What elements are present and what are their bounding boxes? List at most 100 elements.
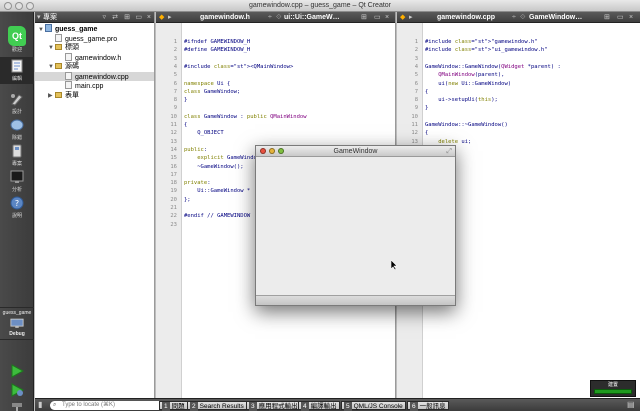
qt-logo-icon: Qt (8, 26, 26, 46)
tree-item[interactable]: ▶ 表單 (35, 91, 154, 101)
code-line: Ui::GameWindow * (184, 188, 251, 195)
code-line: class GameWindow; (184, 88, 241, 95)
locator-input[interactable]: ⌕ Type to locate (⌘K) (50, 401, 170, 410)
link-icon[interactable]: ⇄ (112, 12, 118, 23)
nav-forward-icon[interactable]: ▸ (409, 12, 413, 23)
debug-run-button[interactable] (10, 383, 25, 399)
tree-item[interactable]: ▼ 標頭 (35, 43, 154, 53)
code-line: }; (184, 196, 191, 203)
line-number: 16 (170, 163, 177, 170)
build-button[interactable] (10, 402, 24, 411)
game-window-title: GameWindow (333, 148, 378, 155)
output-toggle-icon[interactable]: ▤ (627, 400, 635, 409)
mode-label: 專案 (11, 161, 22, 167)
tree-item-label: main.cpp (75, 83, 104, 90)
window-controls (4, 2, 34, 10)
pro-file-icon (55, 33, 62, 42)
tree-item-label: guess_game.pro (65, 35, 118, 43)
line-number: 12 (411, 130, 418, 137)
cpp-file-icon (65, 81, 72, 89)
code-line: #include class="st"><QMainWindow> (184, 63, 294, 70)
line-number: 22 (170, 213, 177, 220)
tree-item-label: gamewindow.h (75, 54, 122, 62)
tree-item-label: 標頭 (65, 44, 79, 51)
collapsed-arrow-icon[interactable]: ▶ (48, 92, 55, 102)
split-icon[interactable]: ⊞ (124, 12, 130, 23)
tree-item[interactable]: gamewindow.cpp (35, 71, 154, 81)
editor-left-tabbar: ◆ ▸ gamewindow.h ÷ ⟐ ui::Ui::GameW… ⊞ ▭ … (156, 12, 395, 23)
tree-item[interactable]: ▼ 源碼 (35, 62, 154, 72)
mouse-cursor-icon (390, 259, 398, 272)
code-line: ui(new Ui::GameWindow) (425, 80, 512, 87)
mode-projects[interactable]: 專案 (0, 144, 34, 167)
game-window-titlebar[interactable]: GameWindow ⤢ (256, 146, 455, 157)
pane-number: 4 (301, 402, 309, 411)
split-icon[interactable]: ▭ (617, 12, 624, 23)
code-line: class GameWindow : public QMainWindow (184, 113, 307, 120)
tree-item[interactable]: ▼ guess_game (35, 24, 154, 34)
code-area[interactable]: #include class="st">"gamewindow.h" #inclu… (425, 23, 640, 398)
line-number: 8 (414, 97, 418, 104)
minimize-window-button[interactable] (269, 148, 275, 154)
build-progress[interactable]: 建置 (590, 380, 636, 397)
output-tab-issues[interactable]: 1 問題 (159, 401, 188, 411)
editor-left-file[interactable]: gamewindow.h (200, 12, 250, 23)
mode-design[interactable]: 設計 (0, 92, 34, 115)
split-icon[interactable]: ⊞ (361, 12, 367, 23)
editor-left-symbol[interactable]: ui::Ui::GameW… (284, 12, 340, 23)
output-tab-qml-console[interactable]: 5 QML/JS Console (341, 401, 406, 411)
line-number: 5 (414, 72, 418, 79)
game-window[interactable]: GameWindow ⤢ (255, 145, 456, 306)
output-tab-general-messages[interactable]: 6 一般訊息 (407, 401, 449, 411)
editor-right-symbol[interactable]: GameWindow… (529, 12, 582, 23)
tree-item[interactable]: main.cpp (35, 81, 154, 91)
close-icon[interactable]: × (385, 12, 389, 23)
file-dropdown-icon[interactable]: ÷ (512, 12, 516, 23)
split-icon[interactable]: ▭ (374, 12, 381, 23)
pane-label: 問題 (171, 403, 185, 410)
split-icon[interactable]: ▭ (135, 12, 142, 23)
run-button[interactable] (10, 364, 25, 380)
fullscreen-icon[interactable]: ⤢ (446, 146, 452, 157)
mode-welcome[interactable]: Qt 歡迎 (0, 26, 34, 53)
sidebar-toggle-icon[interactable]: ▮ (38, 400, 42, 409)
line-number: 6 (414, 80, 418, 87)
kit-selector[interactable]: guess_game Debug (0, 307, 34, 340)
close-window-button[interactable] (260, 148, 266, 154)
file-dropdown-icon[interactable]: ÷ (268, 12, 272, 23)
mode-help[interactable]: ? 說明 (0, 196, 34, 219)
nav-back-icon[interactable]: ◆ (159, 12, 164, 23)
close-icon[interactable]: × (147, 12, 151, 23)
line-number: 13 (411, 138, 418, 145)
zoom-window-button[interactable] (26, 2, 34, 10)
tree-item[interactable]: guess_game.pro (35, 33, 154, 44)
build-progress-label: 建置 (607, 382, 618, 388)
code-line: #include class="st">"gamewindow.h" (425, 39, 538, 45)
editor-right-file[interactable]: gamewindow.cpp (437, 12, 495, 23)
code-line: } (425, 105, 429, 112)
output-tab-search-results[interactable]: 2 Search Results (187, 401, 247, 411)
mode-analyze[interactable]: 分析 (0, 170, 34, 193)
code-line: private: (184, 180, 211, 187)
mode-debug[interactable]: 除錯 (0, 118, 34, 141)
code-line: public: (184, 146, 208, 153)
zoom-window-button[interactable] (278, 148, 284, 154)
pane-label: Search Results (199, 403, 244, 410)
close-window-button[interactable] (4, 2, 12, 10)
debug-run-icon (11, 383, 25, 397)
split-icon[interactable]: ⊞ (604, 12, 610, 23)
code-line: QMainWindow(parent), (438, 72, 505, 79)
edit-icon (11, 59, 23, 73)
filter-icon[interactable]: ▾ (37, 12, 41, 23)
nav-forward-icon[interactable]: ▸ (168, 12, 172, 23)
close-icon[interactable]: × (629, 12, 633, 23)
output-tab-compile-output[interactable]: 4 編譯輸出 (298, 401, 340, 411)
mode-edit[interactable]: 編輯 (0, 57, 34, 84)
tree-item[interactable]: gamewindow.h (35, 52, 154, 63)
nav-back-icon[interactable]: ◆ (400, 12, 405, 23)
line-number: 21 (170, 205, 177, 211)
minimize-window-button[interactable] (15, 2, 23, 10)
code-line: GameWindow::GameWindow(QWidget *parent) … (425, 63, 561, 70)
output-tab-application-output[interactable]: 3 應用程式輸出 (246, 401, 301, 411)
filter-button[interactable]: ▿ (102, 12, 106, 23)
